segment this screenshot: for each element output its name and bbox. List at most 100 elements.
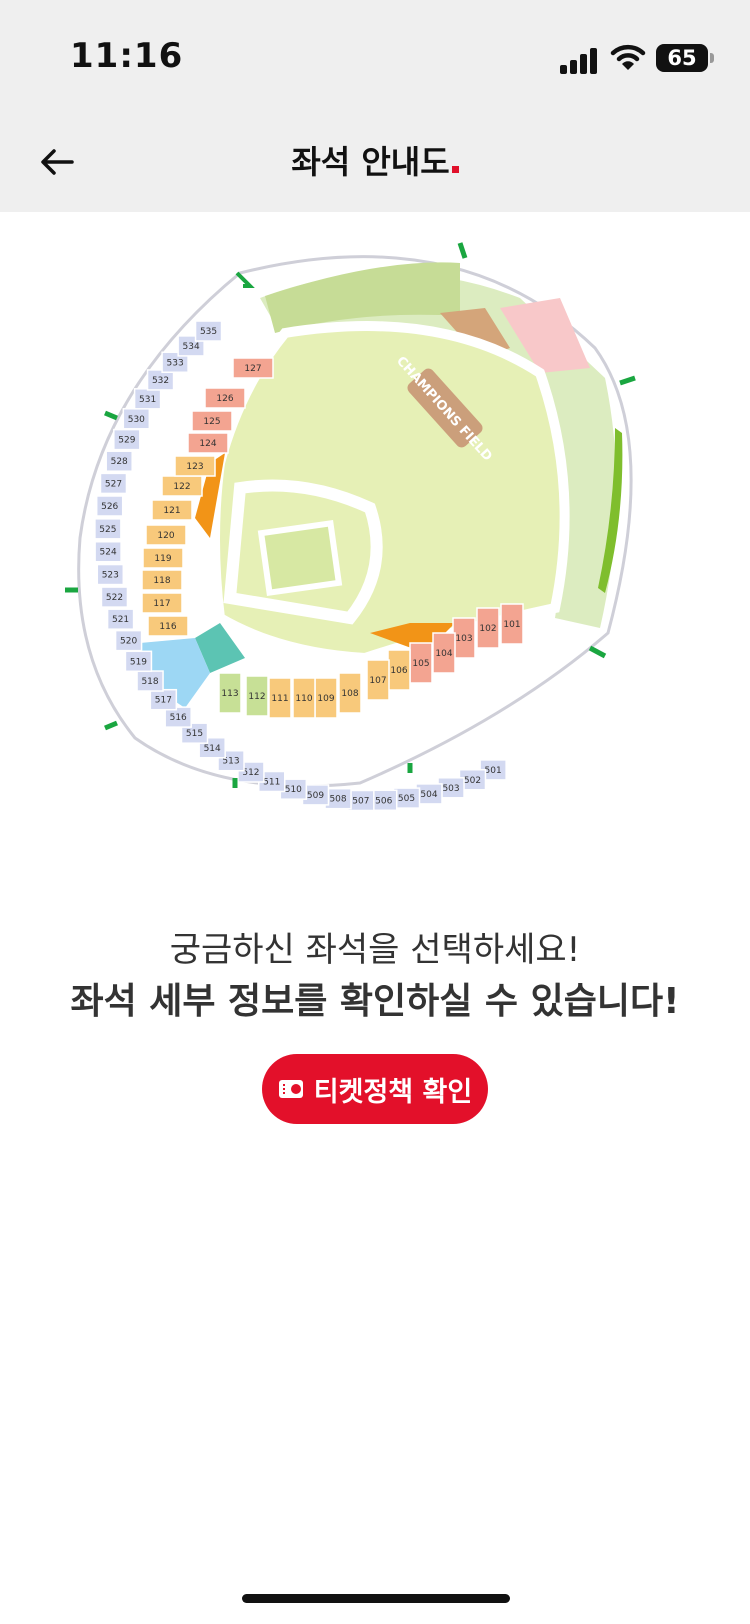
- seat-label: 104: [435, 649, 452, 659]
- seat-block-125[interactable]: 125: [191, 410, 233, 432]
- seat-block-112[interactable]: 112: [245, 675, 269, 717]
- seat-label: 502: [464, 776, 481, 786]
- seat-label: 529: [118, 436, 135, 446]
- seat-block-523[interactable]: 523: [96, 563, 125, 586]
- seat-block-107[interactable]: 107: [366, 659, 390, 701]
- page-title: 좌석 안내도: [0, 137, 750, 183]
- seat-label: 101: [503, 620, 520, 630]
- instruction-line-1: 궁금하신 좌석을 선택하세요!: [169, 930, 581, 970]
- seat-label: 524: [100, 548, 117, 558]
- seat-block-119[interactable]: 119: [142, 547, 184, 569]
- seat-label: 111: [271, 694, 288, 704]
- seat-label: 533: [167, 358, 184, 368]
- seat-block-126[interactable]: 126: [204, 387, 246, 409]
- seat-label: 109: [317, 694, 334, 704]
- seat-block-520[interactable]: 520: [114, 629, 143, 652]
- status-time: 11:16: [70, 36, 184, 76]
- seat-block-116[interactable]: 116: [147, 615, 189, 637]
- seat-label: 528: [111, 457, 128, 467]
- seat-block-526[interactable]: 526: [95, 495, 124, 517]
- seat-label: 120: [157, 531, 174, 541]
- seat-block-118[interactable]: 118: [141, 569, 183, 591]
- seat-block-121[interactable]: 121: [151, 499, 193, 521]
- seat-label: 103: [455, 634, 472, 644]
- seat-block-102[interactable]: 102: [476, 607, 500, 649]
- page-title-text: 좌석 안내도: [291, 143, 450, 181]
- seat-block-106[interactable]: 106: [387, 649, 411, 691]
- seat-label: 523: [102, 571, 119, 581]
- seat-block-530[interactable]: 530: [122, 408, 151, 430]
- seat-label: 505: [398, 794, 415, 804]
- seat-block-110[interactable]: 110: [292, 677, 316, 719]
- seat-block-528[interactable]: 528: [105, 450, 133, 472]
- seat-label: 517: [155, 696, 172, 706]
- seat-block-517[interactable]: 517: [149, 688, 178, 711]
- seat-block-117[interactable]: 117: [141, 592, 183, 614]
- seat-label: 125: [203, 417, 220, 427]
- seat-label: 102: [479, 624, 496, 634]
- seat-label: 110: [295, 694, 312, 704]
- seat-label: 534: [183, 342, 200, 352]
- seat-label: 117: [153, 599, 170, 609]
- seat-block-101[interactable]: 101: [500, 603, 524, 645]
- seat-block-527[interactable]: 527: [99, 472, 128, 495]
- seat-label: 501: [485, 766, 502, 776]
- seat-block-103[interactable]: 103: [452, 617, 476, 659]
- seat-block-124[interactable]: 124: [187, 432, 229, 454]
- seat-block-109[interactable]: 109: [314, 677, 338, 719]
- seat-label: 106: [390, 666, 407, 676]
- seat-block-104[interactable]: 104: [432, 632, 456, 674]
- seat-label: 519: [130, 657, 147, 667]
- seat-block-521[interactable]: 521: [106, 608, 135, 630]
- stadium-seat-map[interactable]: CHAMPIONS FIELD 501502503504505506507508…: [60, 238, 680, 818]
- seat-block-535[interactable]: 535: [194, 320, 223, 342]
- seat-block-531[interactable]: 531: [133, 388, 162, 410]
- ticket-policy-label: 티켓정책 확인: [313, 1076, 473, 1108]
- seat-label: 521: [112, 615, 129, 625]
- seat-block-113[interactable]: 113: [218, 672, 242, 714]
- ticket-policy-button[interactable]: 티켓정책 확인: [262, 1054, 488, 1124]
- seat-label: 126: [216, 394, 233, 404]
- seat-block-519[interactable]: 519: [124, 650, 153, 673]
- status-bar: 11:16 65: [0, 0, 750, 110]
- seat-label: 507: [352, 796, 369, 806]
- seat-block-122[interactable]: 122: [161, 475, 203, 497]
- seat-label: 518: [141, 677, 158, 687]
- seat-label: 509: [307, 791, 324, 801]
- seat-label: 516: [170, 713, 187, 723]
- seat-label: 123: [186, 462, 203, 472]
- seat-label: 512: [242, 768, 259, 778]
- seat-label: 532: [152, 376, 169, 386]
- seat-label: 522: [106, 593, 123, 603]
- seat-block-522[interactable]: 522: [100, 586, 129, 608]
- seat-label: 511: [263, 778, 280, 788]
- seat-block-525[interactable]: 525: [94, 518, 122, 540]
- seat-block-120[interactable]: 120: [145, 524, 187, 546]
- seat-block-506[interactable]: 506: [369, 789, 398, 812]
- seat-label: 105: [412, 659, 429, 669]
- seat-label: 531: [139, 395, 156, 405]
- seat-label: 127: [244, 364, 261, 374]
- battery-icon: 65: [656, 44, 714, 72]
- seat-block-524[interactable]: 524: [94, 540, 122, 563]
- seat-label: 515: [186, 729, 203, 739]
- seat-label: 527: [105, 479, 122, 489]
- home-indicator: [242, 1594, 510, 1603]
- nav-bar: 좌석 안내도: [0, 110, 750, 212]
- seat-label: 503: [442, 784, 459, 794]
- seat-label: 122: [173, 482, 190, 492]
- seat-block-518[interactable]: 518: [136, 670, 164, 692]
- seat-label: 116: [159, 622, 176, 632]
- seat-block-123[interactable]: 123: [174, 455, 216, 477]
- seat-label: 530: [128, 415, 145, 425]
- seat-label: 504: [420, 790, 437, 800]
- seat-block-111[interactable]: 111: [268, 677, 292, 719]
- seat-label: 510: [285, 785, 302, 795]
- seat-label: 107: [369, 676, 386, 686]
- seat-label: 514: [204, 744, 221, 754]
- seat-label: 108: [341, 689, 358, 699]
- seat-block-108[interactable]: 108: [338, 672, 362, 714]
- seat-block-529[interactable]: 529: [113, 428, 141, 451]
- seat-block-127[interactable]: 127: [232, 357, 274, 379]
- seat-block-105[interactable]: 105: [409, 642, 433, 684]
